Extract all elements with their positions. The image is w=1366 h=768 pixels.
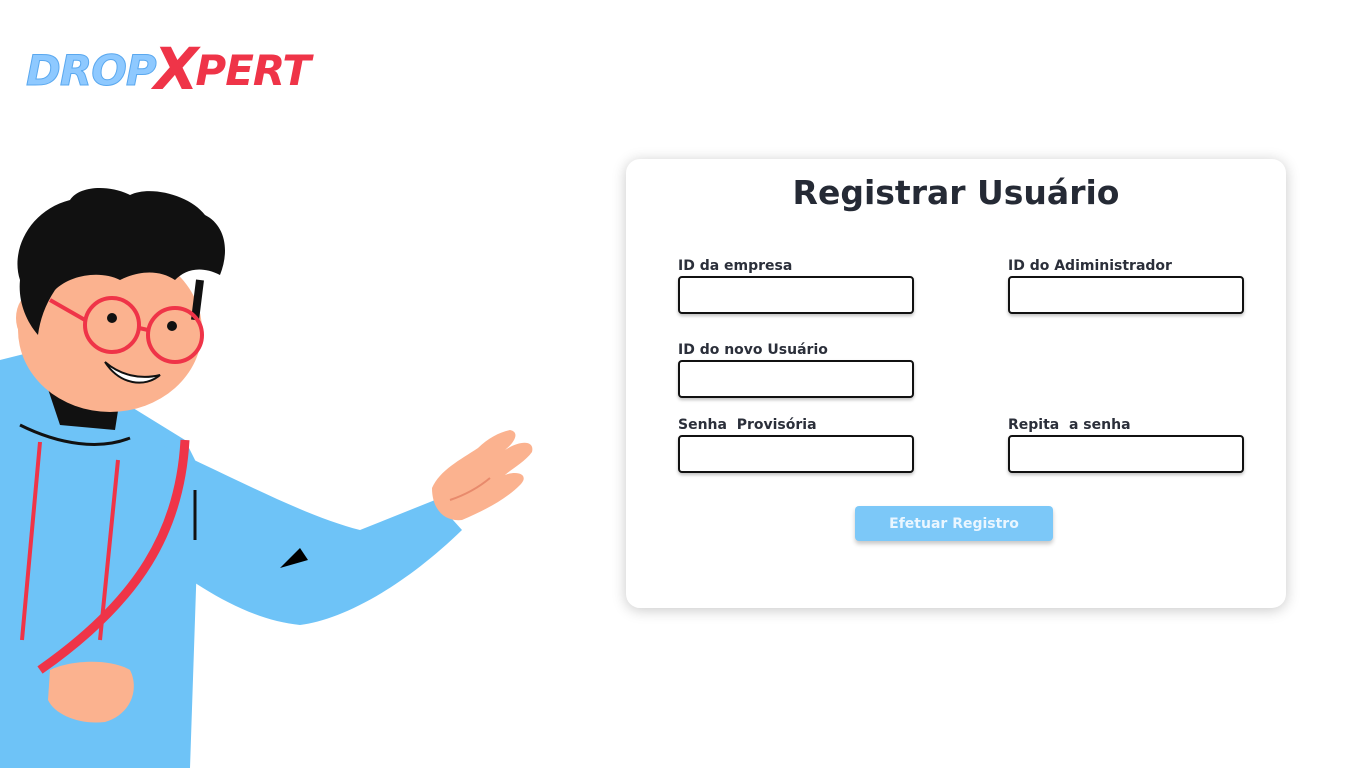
new-user-id-label: ID do novo Usuário	[678, 342, 828, 358]
repeat-password-input[interactable]	[1008, 435, 1244, 473]
new-user-id-field: ID do novo Usuário	[678, 342, 914, 398]
logo-part-x: X	[153, 35, 199, 103]
temp-password-label: Senha Provisória	[678, 417, 817, 433]
waving-man-illustration	[0, 188, 533, 768]
temp-password-input[interactable]	[678, 435, 914, 473]
admin-id-input[interactable]	[1008, 276, 1244, 314]
new-user-id-input[interactable]	[678, 360, 914, 398]
dropxpert-logo: DROP X PERT	[26, 40, 311, 98]
form-title: Registrar Usuário	[792, 173, 1120, 212]
company-id-field: ID da empresa	[678, 258, 914, 314]
submit-register-button[interactable]: Efetuar Registro	[855, 506, 1053, 541]
repeat-password-field: Repita a senha	[1008, 417, 1244, 473]
logo-part-drop: DROP	[26, 46, 158, 95]
company-id-input[interactable]	[678, 276, 914, 314]
admin-id-label: ID do Adiministrador	[1008, 258, 1172, 274]
temp-password-field: Senha Provisória	[678, 417, 914, 473]
logo-part-pert: PERT	[195, 46, 311, 95]
repeat-password-label: Repita a senha	[1008, 417, 1131, 433]
admin-id-field: ID do Adiministrador	[1008, 258, 1244, 314]
company-id-label: ID da empresa	[678, 258, 793, 274]
register-form-card: Registrar Usuário ID da empresa ID do Ad…	[626, 159, 1286, 608]
